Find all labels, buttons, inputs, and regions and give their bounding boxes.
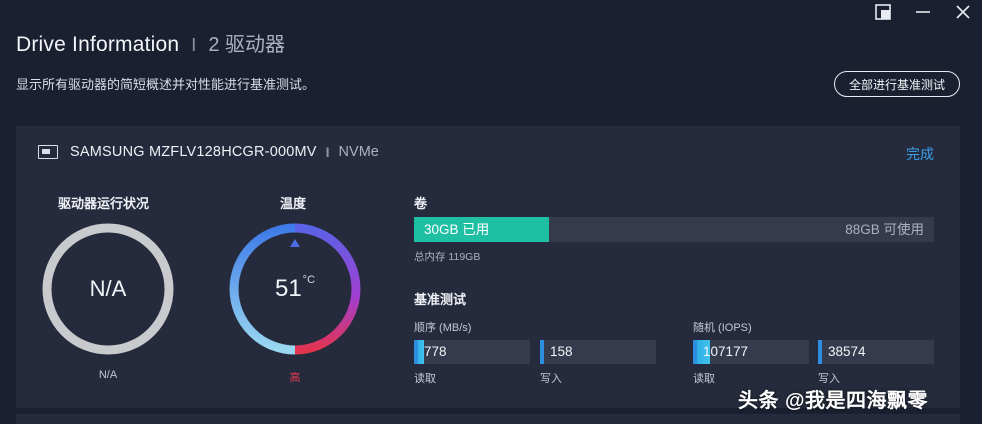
drive-header: SAMSUNG MZFLV128HCGR-000MV I NVMe: [38, 144, 379, 160]
drive-icon: [38, 145, 58, 159]
title-separator: I: [191, 35, 197, 55]
health-value: N/A: [89, 276, 127, 301]
benchmark-all-button[interactable]: 全部进行基准测试: [834, 71, 960, 97]
random-label: 随机 (IOPS): [693, 322, 752, 334]
drive-interface: NVMe: [338, 144, 379, 160]
volume-free-label: 88GB 可使用: [845, 222, 924, 237]
watermark: 头条 @我是四海飘零: [738, 390, 929, 412]
random-read-caption: 读取: [693, 373, 715, 385]
sequential-read-value: 778: [424, 344, 447, 359]
volume-label: 卷: [414, 196, 428, 211]
health-gauge: N/A: [40, 221, 176, 357]
sequential-label: 顺序 (MB/s): [414, 322, 472, 334]
drive-card: SAMSUNG MZFLV128HCGR-000MV I NVMe 完成 驱动器…: [16, 126, 960, 408]
status-link[interactable]: 完成: [906, 144, 934, 164]
health-label: 驱动器运行状况: [58, 196, 150, 211]
sequential-write-box: 158: [540, 340, 656, 364]
drive-name: SAMSUNG MZFLV128HCGR-000MV: [70, 144, 317, 160]
volume-bar: 30GB 已用 88GB 可使用: [414, 217, 934, 242]
health-caption: N/A: [98, 369, 118, 381]
temperature-caption: 高: [289, 372, 301, 384]
page-subtitle: 显示所有驱动器的简短概述并对性能进行基准测试。: [16, 77, 316, 92]
page-header: Drive Information I 2 驱动器: [16, 28, 285, 57]
sequential-read-caption: 读取: [414, 373, 436, 385]
random-write-value: 38574: [828, 344, 866, 359]
close-icon[interactable]: [952, 1, 974, 23]
volume-used-label: 30GB 已用: [424, 222, 490, 237]
volume-total: 总内存 119GB: [414, 251, 481, 263]
second-drive-card: [16, 414, 960, 424]
drive-separator: I: [325, 144, 330, 160]
sequential-read-box: 778: [414, 340, 530, 364]
sequential-read-edge: [414, 340, 418, 364]
temperature-label: 温度: [280, 196, 307, 211]
random-write-box: 38574: [818, 340, 934, 364]
restore-icon[interactable]: [872, 1, 894, 23]
random-read-box: 107177: [693, 340, 809, 364]
temperature-unit: °C: [302, 274, 316, 286]
random-read-edge: [693, 340, 697, 364]
random-write-edge: [818, 340, 822, 364]
window-controls: [872, 0, 974, 24]
benchmark-label: 基准测试: [414, 292, 467, 307]
minimize-icon[interactable]: [912, 1, 934, 23]
random-read-value: 107177: [703, 344, 749, 359]
drive-count: 2 驱动器: [208, 34, 285, 56]
page-title: Drive Information: [16, 33, 180, 56]
sequential-write-caption: 写入: [540, 373, 562, 385]
temperature-gauge: 51 °C: [227, 221, 363, 357]
temperature-value: 51: [274, 275, 302, 302]
sequential-write-value: 158: [550, 344, 573, 359]
sequential-write-edge: [540, 340, 544, 364]
